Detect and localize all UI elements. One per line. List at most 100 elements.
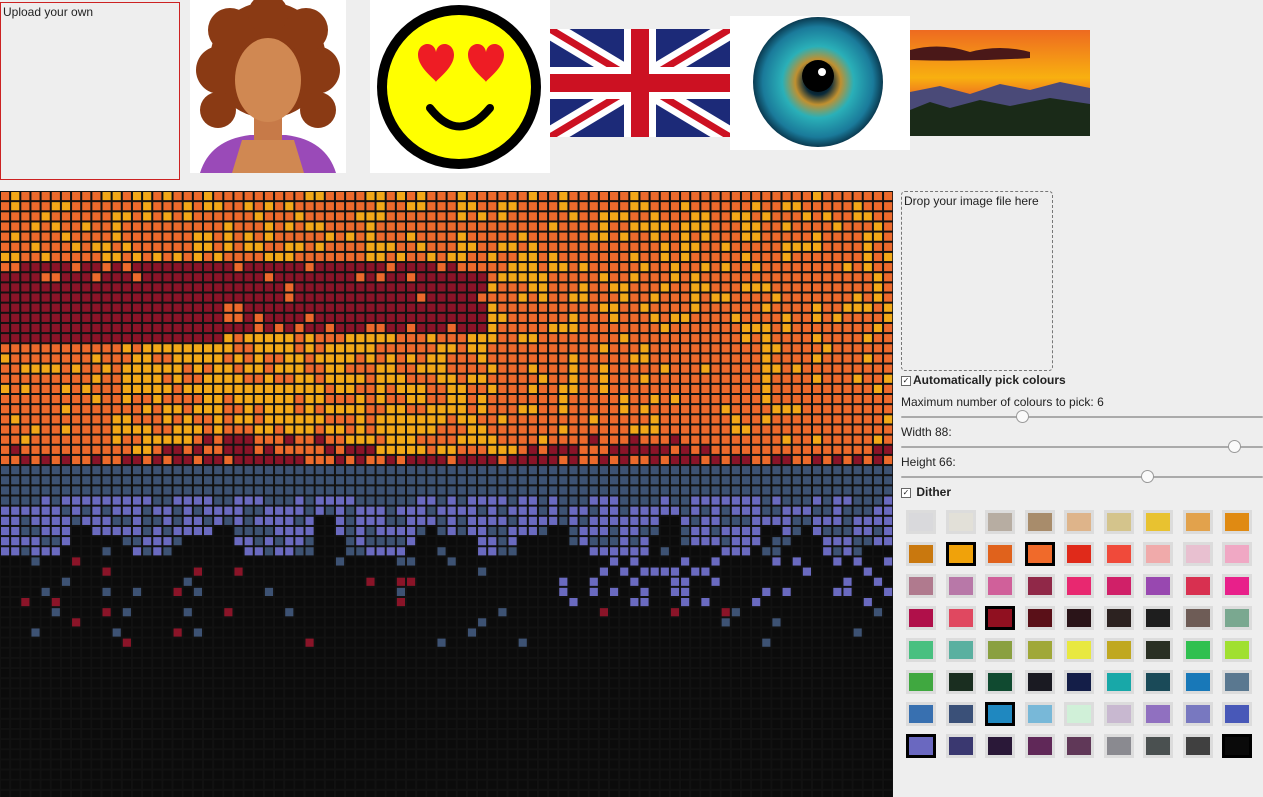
stitch-cell	[173, 567, 182, 576]
stitch-cell	[51, 263, 60, 272]
stitch-cell	[620, 364, 629, 373]
stitch-cell	[386, 557, 395, 566]
stitch-cell	[244, 364, 253, 373]
stitch-cell	[640, 719, 649, 728]
stitch-cell	[518, 598, 527, 607]
stitch-cell	[640, 729, 649, 739]
stitch-cell	[82, 202, 91, 211]
stitch-cell	[528, 202, 537, 211]
stitch-cell	[701, 263, 710, 272]
stitch-cell	[559, 344, 568, 353]
stitch-cell	[224, 435, 233, 444]
stitch-cell	[122, 263, 131, 272]
stitch-cell	[396, 466, 405, 475]
stitch-cell	[650, 466, 659, 475]
stitch-cell	[782, 202, 791, 211]
stitch-cell	[305, 628, 314, 637]
stitch-cell	[467, 699, 477, 708]
stitch-cell	[356, 344, 365, 353]
stitch-cell	[305, 699, 314, 708]
stitch-cell	[61, 354, 71, 363]
stitch-cell	[51, 364, 60, 373]
stitch-cell	[407, 516, 416, 525]
stitch-cell	[691, 425, 700, 434]
stitch-cell	[498, 212, 507, 221]
stitch-cell	[518, 577, 527, 586]
stitch-cell	[589, 537, 598, 546]
stitch-cell	[833, 516, 842, 525]
stitch-cell	[691, 192, 700, 201]
stitch-cell	[234, 202, 243, 211]
stitch-cell	[589, 587, 598, 596]
stitch-cell	[457, 669, 466, 678]
stitch-cell	[762, 435, 771, 444]
stitch-cell	[620, 516, 629, 525]
stitch-cell	[538, 466, 548, 475]
stitch-cell	[41, 435, 50, 444]
stitch-cell	[1, 384, 10, 393]
stitch-cell	[143, 303, 152, 312]
stitch-cell	[599, 435, 608, 444]
stitch-cell	[610, 222, 619, 231]
stitch-cell	[153, 334, 162, 343]
stitch-cell	[285, 598, 294, 607]
stitch-cell	[143, 760, 152, 769]
thumbnail-eye-iris[interactable]	[730, 16, 910, 150]
thumbnail-heart-eyes-emoji[interactable]	[370, 0, 550, 173]
stitch-cell	[772, 252, 781, 262]
stitch-cell	[295, 679, 304, 688]
stitch-cell	[802, 719, 811, 728]
stitch-cell	[132, 435, 142, 444]
stitch-cell	[660, 303, 669, 312]
stitch-cell	[183, 293, 192, 302]
stitch-cell	[741, 344, 751, 353]
stitch-cell	[295, 283, 304, 292]
upload-your-own-button[interactable]: Upload your own	[0, 2, 180, 180]
stitch-cell	[193, 303, 202, 312]
stitch-cell	[721, 496, 730, 505]
stitch-cell	[427, 476, 436, 485]
stitch-cell	[254, 344, 263, 353]
stitch-cell	[772, 273, 781, 282]
stitch-cell	[31, 466, 40, 475]
stitch-cell	[711, 628, 720, 637]
stitch-cell	[670, 242, 680, 251]
stitch-cell	[447, 273, 456, 282]
stitch-pattern-grid[interactable]	[0, 191, 893, 797]
stitch-cell	[183, 760, 192, 769]
stitch-cell	[843, 598, 852, 607]
thumbnail-sunset-landscape[interactable]	[910, 30, 1090, 136]
stitch-cell	[41, 476, 50, 485]
stitch-cell	[792, 476, 801, 485]
stitch-cell	[61, 496, 71, 505]
stitch-cell	[315, 587, 324, 596]
stitch-cell	[813, 212, 822, 221]
stitch-cell	[427, 283, 436, 292]
stitch-cell	[1, 547, 10, 556]
stitch-cell	[772, 242, 781, 251]
stitch-cell	[752, 719, 761, 728]
stitch-cell	[51, 344, 60, 353]
stitch-cell	[21, 395, 30, 404]
stitch-cell	[792, 466, 801, 475]
stitch-cell	[863, 273, 872, 282]
stitch-cell	[569, 598, 578, 607]
stitch-cell	[813, 557, 822, 566]
stitch-cell	[224, 283, 233, 292]
stitch-cell	[112, 760, 121, 769]
stitch-cell	[1, 679, 10, 688]
stitch-cell	[884, 689, 893, 698]
stitch-cell	[478, 455, 487, 465]
stitch-cell	[498, 689, 507, 698]
stitch-cell	[193, 323, 202, 333]
stitch-cell	[92, 334, 101, 343]
thumbnail-union-jack-flag[interactable]	[550, 29, 730, 137]
stitch-cell	[132, 669, 142, 678]
stitch-cell	[51, 313, 60, 322]
thumbnail-avatar-woman[interactable]	[190, 0, 346, 173]
stitch-cell	[346, 719, 355, 728]
stitch-cell	[630, 435, 639, 444]
stitch-cell	[305, 466, 314, 475]
stitch-cell	[508, 709, 517, 718]
stitch-cell	[823, 719, 832, 728]
